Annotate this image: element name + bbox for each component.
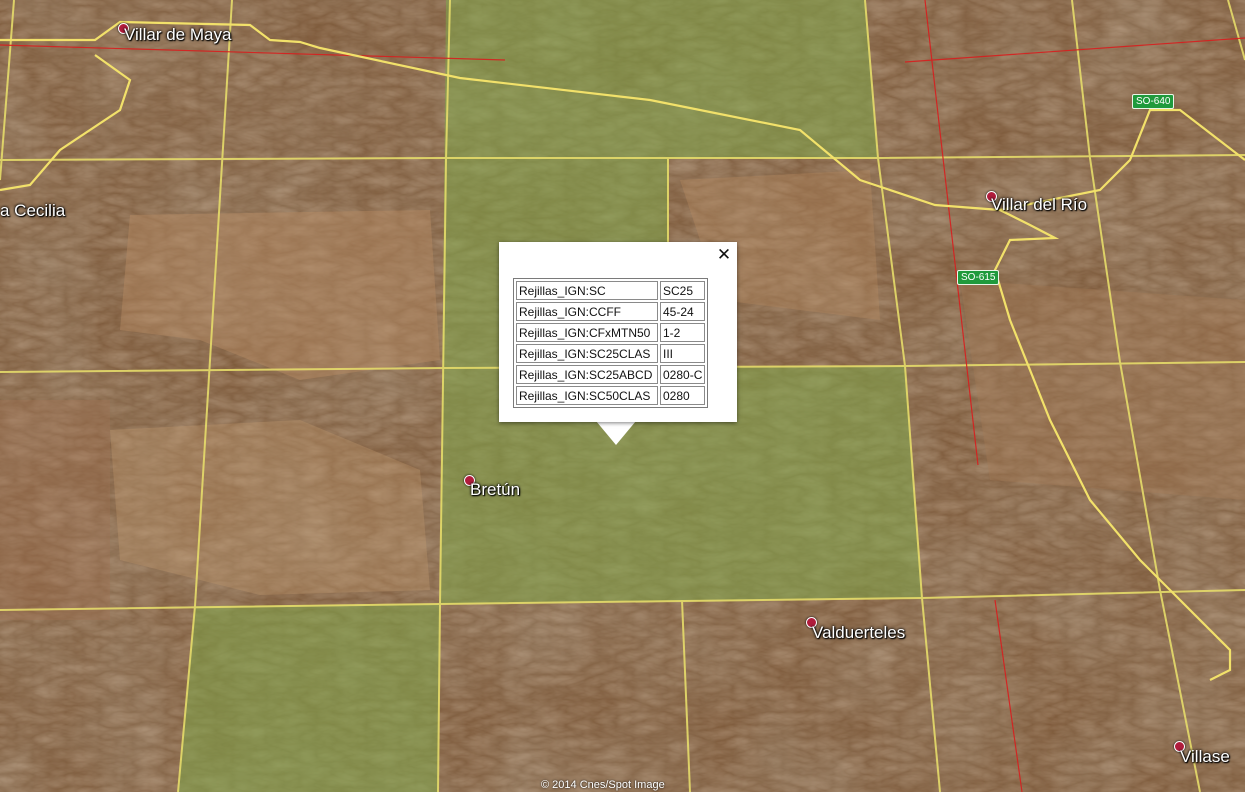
- table-row: Rejillas_IGN:SC SC25: [516, 281, 705, 300]
- place-label-bretun[interactable]: Bretún: [470, 480, 520, 500]
- attribute-key: Rejillas_IGN:CCFF: [516, 302, 658, 321]
- attribute-value: 0280-C: [660, 365, 705, 384]
- place-label-villar-del-rio[interactable]: Villar del Río: [991, 195, 1087, 215]
- attribute-key: Rejillas_IGN:SC: [516, 281, 658, 300]
- place-label-santa-cecilia[interactable]: a Cecilia: [0, 201, 65, 221]
- attribute-key: Rejillas_IGN:CFxMTN50: [516, 323, 658, 342]
- field-patch: [0, 400, 110, 620]
- info-balloon: ✕ Rejillas_IGN:SC SC25 Rejillas_IGN:CCFF 45…: [499, 242, 737, 422]
- attribute-value: 1-2: [660, 323, 705, 342]
- attribute-table: Rejillas_IGN:SC SC25 Rejillas_IGN:CCFF 45-2…: [513, 278, 708, 408]
- road-shield-so-615: SO-615: [957, 270, 1000, 285]
- attribute-value: 0280: [660, 386, 705, 405]
- highlight-cell: [178, 604, 440, 792]
- attribute-key: Rejillas_IGN:SC50CLAS: [516, 386, 658, 405]
- place-label-villase[interactable]: Villase: [1180, 747, 1230, 767]
- attribute-value: III: [660, 344, 705, 363]
- table-row: Rejillas_IGN:CFxMTN50 1-2: [516, 323, 705, 342]
- table-row: Rejillas_IGN:SC25CLAS III: [516, 344, 705, 363]
- balloon-tail: [596, 421, 636, 445]
- road-shield-so-640: SO-640: [1132, 94, 1175, 109]
- attribute-key: Rejillas_IGN:SC25ABCD: [516, 365, 658, 384]
- copyright-notice: © 2014 Cnes/Spot Image: [541, 779, 665, 791]
- place-label-valduerteles[interactable]: Valduerteles: [812, 623, 905, 643]
- attribute-key: Rejillas_IGN:SC25CLAS: [516, 344, 658, 363]
- field-patch: [960, 280, 1245, 500]
- table-row: Rejillas_IGN:SC25ABCD 0280-C: [516, 365, 705, 384]
- close-icon[interactable]: ✕: [715, 246, 733, 264]
- place-label-villar-de-maya[interactable]: Villar de Maya: [124, 25, 231, 45]
- table-row: Rejillas_IGN:SC50CLAS 0280: [516, 386, 705, 405]
- table-row: Rejillas_IGN:CCFF 45-24: [516, 302, 705, 321]
- attribute-value: 45-24: [660, 302, 705, 321]
- attribute-value: SC25: [660, 281, 705, 300]
